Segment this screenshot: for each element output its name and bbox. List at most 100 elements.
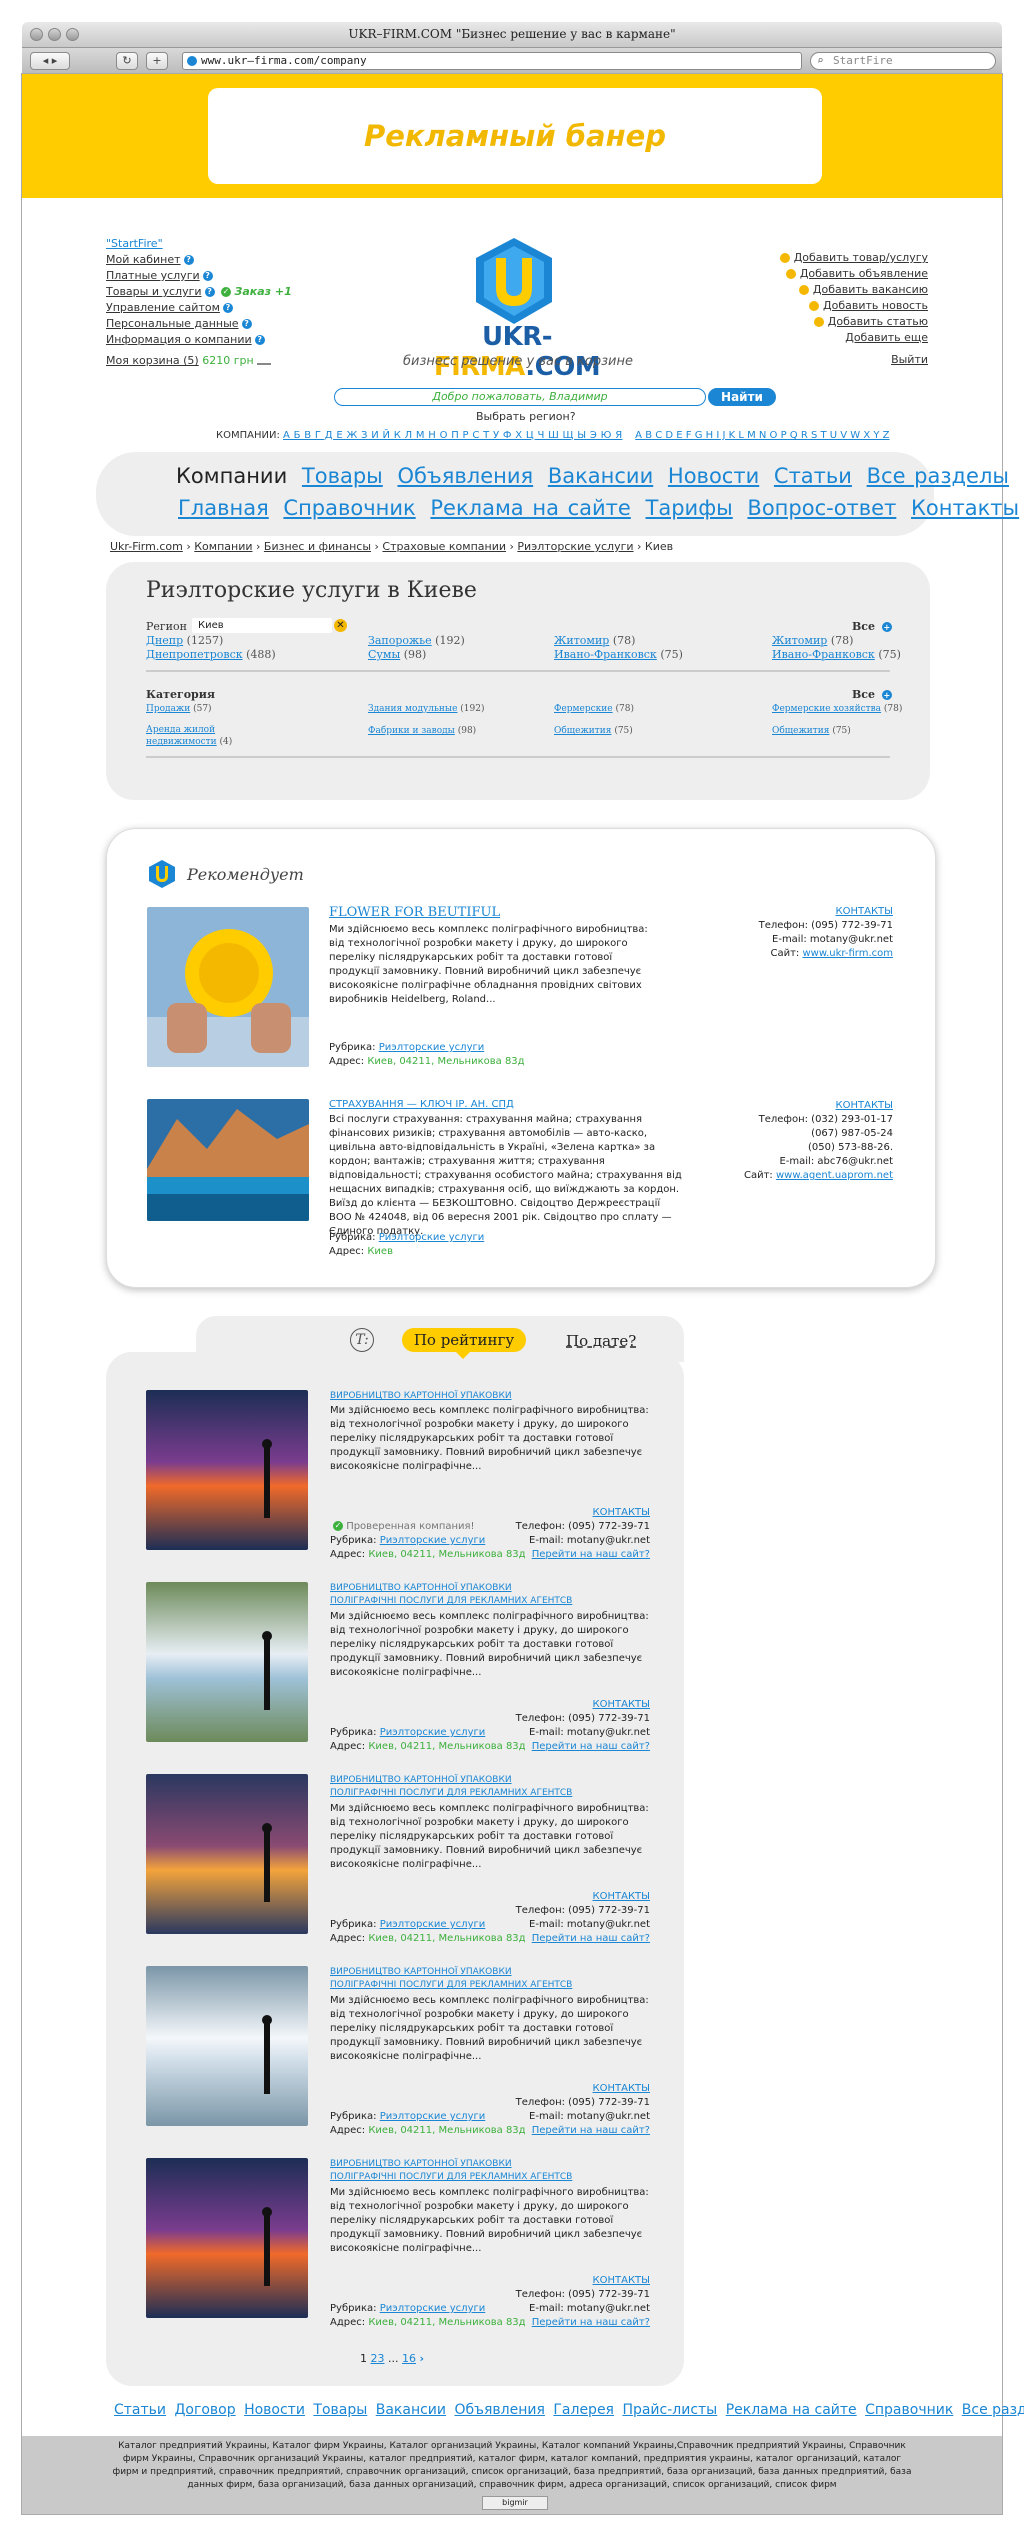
footer-link[interactable]: Статьи <box>114 2402 166 2418</box>
region-link[interactable]: Запорожье <box>368 634 432 647</box>
company-photo[interactable] <box>146 2158 308 2318</box>
alphabet-cyrillic[interactable]: А Б В Г Д Е Ж З И Й К Л М Н О П Р С Т У … <box>283 430 622 441</box>
footer-link[interactable]: Реклама на сайте <box>726 2402 857 2418</box>
page-link[interactable]: 16 <box>402 2352 416 2365</box>
region-link[interactable]: Ивано-Франковск <box>772 648 875 661</box>
nav-articles[interactable]: Статьи <box>774 464 852 488</box>
add-ad-link[interactable]: Добавить объявление <box>800 267 928 280</box>
goto-site-link[interactable]: Перейти на наш сайт? <box>532 2317 650 2328</box>
region-link[interactable]: Днепропетровск <box>146 648 243 661</box>
logout-link[interactable]: Выйти <box>891 353 928 366</box>
footer-link[interactable]: Вакансии <box>376 2402 446 2418</box>
item-title-link[interactable]: ВИРОБНИЦТВО КАРТОННОЇ УПАКОВКИ <box>330 1967 512 1977</box>
item-subtitle-link[interactable]: ПОЛІГРАФІЧНІ ПОСЛУГИ ДЛЯ РЕКЛАМНИХ АГЕНТ… <box>330 1980 572 1990</box>
add-article-link[interactable]: Добавить статью <box>828 315 928 328</box>
item-subtitle-link[interactable]: ПОЛІГРАФІЧНІ ПОСЛУГИ ДЛЯ РЕКЛАМНИХ АГЕНТ… <box>330 1788 572 1798</box>
contacts-link[interactable]: КОНТАКТЫ <box>593 2275 650 2286</box>
company-photo[interactable] <box>147 1099 309 1221</box>
back-forward-button[interactable]: ◂ ▸ <box>30 52 70 70</box>
category-link[interactable]: Общежития <box>554 726 611 736</box>
item-subtitle-link[interactable]: ПОЛІГРАФІЧНІ ПОСЛУГИ ДЛЯ РЕКЛАМНИХ АГЕНТ… <box>330 1596 572 1606</box>
footer-link[interactable]: Объявления <box>454 2402 544 2418</box>
footer-link[interactable]: Справочник <box>865 2402 953 2418</box>
crumb-home[interactable]: Ukr-Firm.com <box>110 540 183 553</box>
add-news-link[interactable]: Добавить новость <box>823 299 928 312</box>
contacts-link[interactable]: КОНТАКТЫ <box>593 1507 650 1518</box>
menu-personal-data[interactable]: Персональные данные <box>106 317 239 330</box>
reload-button[interactable]: ↻ <box>116 52 138 70</box>
help-icon[interactable]: ? <box>254 335 265 345</box>
category-link-line2[interactable]: недвижимости <box>146 737 217 747</box>
region-link[interactable]: Днепр <box>146 634 183 647</box>
company-title-link[interactable]: FLOWER FOR BEUTIFUL <box>329 905 500 920</box>
all-categories-link[interactable]: Все + <box>852 688 892 701</box>
company-photo[interactable] <box>146 1966 308 2126</box>
item-subtitle-link[interactable]: ПОЛІГРАФІЧНІ ПОСЛУГИ ДЛЯ РЕКЛАМНИХ АГЕНТ… <box>330 2172 572 2182</box>
nav-vacancies[interactable]: Вакансии <box>548 464 653 488</box>
next-page-icon[interactable]: › <box>420 2352 425 2365</box>
nav-all-sections[interactable]: Все разделы <box>867 464 1009 488</box>
menu-paid-services[interactable]: Платные услуги <box>106 269 200 282</box>
category-link[interactable]: Здания модульные <box>368 704 457 714</box>
region-input[interactable]: Киев <box>192 618 332 633</box>
add-more-link[interactable]: Добавить еще <box>845 331 928 344</box>
region-select-link[interactable]: Выбрать регион? <box>476 410 576 423</box>
footer-link[interactable]: Прайс-листы <box>622 2402 717 2418</box>
company-title-link[interactable]: СТРАХУВАННЯ — Ключ Ір. Ан. СПД <box>329 1099 514 1110</box>
company-photo[interactable] <box>146 1390 308 1550</box>
region-link[interactable]: Сумы <box>368 648 400 661</box>
add-goods-link[interactable]: Добавить товар/услугу <box>794 251 928 264</box>
nav-faq[interactable]: Вопрос-ответ <box>747 496 896 520</box>
contacts-link[interactable]: КОНТАКТЫ <box>593 1699 650 1710</box>
ad-banner[interactable]: Рекламный банер <box>208 88 822 184</box>
category-link[interactable]: Фермерские хозяйства <box>772 704 881 714</box>
goto-site-link[interactable]: Перейти на наш сайт? <box>532 1933 650 1944</box>
company-photo[interactable] <box>147 907 309 1067</box>
add-tab-button[interactable]: + <box>146 52 168 70</box>
nav-companies[interactable]: Компании <box>176 464 287 488</box>
category-link[interactable]: Аренда жилой <box>146 725 215 735</box>
item-title-link[interactable]: ВИРОБНИЦТВО КАРТОННОЇ УПАКОВКИ <box>330 2159 512 2169</box>
crumb-realtor[interactable]: Риэлторские услуги <box>517 540 633 553</box>
cart-icon[interactable] <box>257 353 272 365</box>
clear-region-icon[interactable]: ✕ <box>334 619 347 632</box>
company-photo[interactable] <box>146 1582 308 1742</box>
tab-by-date[interactable]: По дате? <box>566 1332 636 1350</box>
goto-site-link[interactable]: Перейти на наш сайт? <box>532 1549 650 1560</box>
item-title-link[interactable]: ВИРОБНИЦТВО КАРТОННОЇ УПАКОВКИ <box>330 1775 512 1785</box>
crumb-companies[interactable]: Компании <box>194 540 252 553</box>
site-link[interactable]: www.agent.uaprom.net <box>776 1170 893 1181</box>
alphabet-latin[interactable]: A B C D E F G H I J K L M N O P Q R S T … <box>635 430 889 441</box>
page-link[interactable]: 3 <box>378 2352 385 2365</box>
goto-site-link[interactable]: Перейти на наш сайт? <box>532 2125 650 2136</box>
menu-cabinet[interactable]: Мой кабинет <box>106 253 181 266</box>
footer-link[interactable]: Новости <box>244 2402 305 2418</box>
category-link[interactable]: Общежития <box>772 726 829 736</box>
nav-ads[interactable]: Объявления <box>397 464 533 488</box>
rubric-link[interactable]: Риэлторские услуги <box>379 1232 485 1243</box>
footer-link[interactable]: Договор <box>174 2402 235 2418</box>
counter-badge[interactable]: bigmir <box>482 2496 548 2510</box>
help-icon[interactable]: ? <box>222 303 233 313</box>
menu-goods[interactable]: Товары и услуги <box>106 285 202 298</box>
category-link[interactable]: Фермерские <box>554 704 613 714</box>
region-link[interactable]: Житомир <box>554 634 609 647</box>
category-link[interactable]: Фабрики и заводы <box>368 726 455 736</box>
nav-advertising[interactable]: Реклама на сайте <box>430 496 630 520</box>
footer-link[interactable]: Галерея <box>553 2402 614 2418</box>
nav-tariffs[interactable]: Тарифы <box>646 496 733 520</box>
help-icon[interactable]: ? <box>204 287 215 297</box>
region-link[interactable]: Житомир <box>772 634 827 647</box>
all-regions-link[interactable]: Все + <box>852 620 892 633</box>
category-link[interactable]: Продажи <box>146 704 190 714</box>
site-link[interactable]: www.ukr-firm.com <box>802 948 893 959</box>
footer-link[interactable]: Товары <box>313 2402 367 2418</box>
help-icon[interactable]: ? <box>241 319 252 329</box>
rubric-link[interactable]: Риэлторские услуги <box>379 1042 485 1053</box>
page-link[interactable]: 2 <box>371 2352 378 2365</box>
add-vacancy-link[interactable]: Добавить вакансию <box>813 283 928 296</box>
order-counter[interactable]: Заказ +1 <box>235 285 292 298</box>
nav-news[interactable]: Новости <box>668 464 759 488</box>
contacts-link[interactable]: КОНТАКТЫ <box>836 906 893 917</box>
crumb-insurance[interactable]: Страховые компании <box>382 540 506 553</box>
